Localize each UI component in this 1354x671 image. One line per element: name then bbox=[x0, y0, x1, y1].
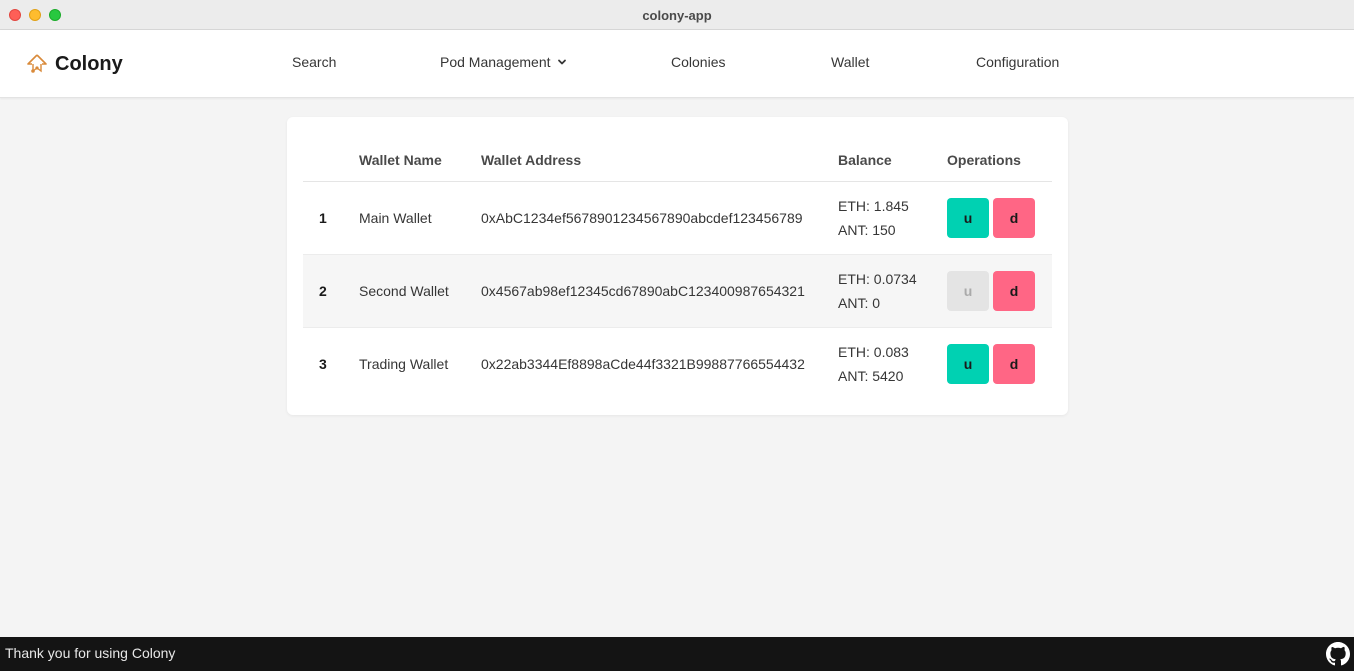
wallet-name: Main Wallet bbox=[359, 181, 481, 255]
wallet-operations: ud bbox=[947, 254, 1052, 328]
eth-balance: ETH: 1.845 bbox=[838, 197, 909, 214]
nav-pod-management-label: Pod Management bbox=[440, 54, 551, 70]
table-header-row: Wallet Name Wallet Address Balance Opera… bbox=[303, 139, 1052, 182]
update-button[interactable]: u bbox=[947, 343, 989, 384]
eth-balance: ETH: 0.083 bbox=[838, 343, 909, 360]
brand-name: Colony bbox=[55, 52, 123, 75]
nav-wallet-label: Wallet bbox=[831, 54, 870, 70]
delete-button[interactable]: d bbox=[993, 197, 1035, 238]
nav-configuration[interactable]: Configuration bbox=[976, 54, 1059, 70]
nav-search[interactable]: Search bbox=[292, 54, 336, 70]
app-window: colony-app Colony Search Pod Management … bbox=[0, 0, 1354, 671]
footer-text: Thank you for using Colony bbox=[5, 645, 176, 661]
update-button[interactable]: u bbox=[947, 197, 989, 238]
brand[interactable]: Colony bbox=[25, 50, 123, 78]
header-operations: Operations bbox=[947, 139, 1052, 182]
nav-colonies-label: Colonies bbox=[671, 54, 726, 70]
ant-balance: ANT: 150 bbox=[838, 221, 896, 238]
delete-button[interactable]: d bbox=[993, 343, 1035, 384]
wallet-name: Trading Wallet bbox=[359, 355, 449, 372]
table-row: 3 Trading Wallet 0x22ab3344Ef8898aCde44f… bbox=[303, 327, 1052, 400]
header-balance: Balance bbox=[838, 139, 947, 182]
ant-balance: ANT: 5420 bbox=[838, 367, 904, 384]
chevron-down-icon bbox=[557, 59, 566, 65]
header-wallet-address: Wallet Address bbox=[481, 139, 838, 182]
wallet-operations: ud bbox=[947, 327, 1052, 400]
wallet-name: Second Wallet bbox=[359, 254, 481, 328]
wallet-table: Wallet Name Wallet Address Balance Opera… bbox=[303, 139, 1052, 400]
ant-balance: ANT: 0 bbox=[838, 294, 881, 311]
wallet-table-card: Wallet Name Wallet Address Balance Opera… bbox=[287, 117, 1068, 415]
wallet-address: 0x4567ab98ef12345cd67890abC1234009876543… bbox=[481, 254, 838, 328]
delete-button[interactable]: d bbox=[993, 270, 1035, 311]
wallet-operations: ud bbox=[947, 181, 1052, 255]
header-wallet-name: Wallet Name bbox=[359, 139, 481, 182]
window-title: colony-app bbox=[642, 8, 712, 23]
eth-balance: ETH: 0.0734 bbox=[838, 270, 917, 287]
footer: Thank you for using Colony bbox=[0, 637, 1354, 671]
wallet-balance: ETH: 1.845 ANT: 150 bbox=[838, 181, 947, 255]
colony-logo-icon bbox=[27, 54, 47, 73]
wallet-balance: ETH: 0.083 ANT: 5420 bbox=[838, 327, 947, 400]
nav-search-label: Search bbox=[292, 54, 337, 70]
nav-colonies[interactable]: Colonies bbox=[671, 54, 725, 70]
header-index bbox=[303, 139, 359, 182]
row-index: 2 bbox=[303, 254, 359, 328]
table-row: 1 Main Wallet 0xAbC1234ef567890123456789… bbox=[303, 181, 1052, 255]
nav-wallet[interactable]: Wallet bbox=[831, 54, 869, 70]
github-icon[interactable] bbox=[1326, 642, 1350, 666]
update-button: u bbox=[947, 270, 989, 311]
row-index: 1 bbox=[303, 181, 359, 255]
wallet-address: 0xAbC1234ef5678901234567890abcdef1234567… bbox=[481, 181, 838, 255]
wallet-address: 0x22ab3344Ef8898aCde44f3321B998877665544… bbox=[481, 355, 805, 372]
nav-configuration-label: Configuration bbox=[976, 54, 1060, 70]
title-bar: colony-app bbox=[0, 0, 1354, 30]
wallet-balance: ETH: 0.0734 ANT: 0 bbox=[838, 254, 947, 328]
row-index: 3 bbox=[319, 355, 327, 372]
navbar: Colony Search Pod Management Colonies Wa… bbox=[0, 30, 1354, 98]
table-row: 2 Second Wallet 0x4567ab98ef12345cd67890… bbox=[303, 254, 1052, 328]
nav-pod-management[interactable]: Pod Management bbox=[440, 54, 567, 70]
